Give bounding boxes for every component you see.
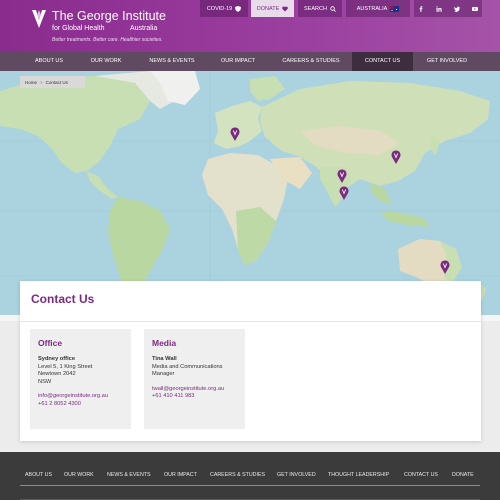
footer-link-contact-us[interactable]: CONTACT US: [404, 472, 438, 482]
brand-tagline: Better treatments. Better care. Healthie…: [52, 37, 163, 43]
social-links: [414, 0, 482, 17]
main-nav: ABOUT US OUR WORK NEWS & EVENTS OUR IMPA…: [0, 52, 500, 71]
footer-link-our-impact[interactable]: OUR IMPACT: [164, 472, 197, 482]
footer-link-news-events[interactable]: NEWS & EVENTS: [107, 472, 151, 482]
media-contact-name: Tina Wall: [152, 356, 177, 362]
search-button[interactable]: SEARCH: [298, 0, 342, 17]
office-heading: Office: [38, 338, 63, 348]
office-address-line3: NSW: [38, 378, 52, 385]
map-pin-icon[interactable]: [230, 127, 240, 141]
footer-link-our-work[interactable]: OUR WORK: [64, 472, 94, 482]
nav-item-our-work[interactable]: OUR WORK: [85, 52, 127, 71]
office-address-line2: Newtown 2042: [38, 371, 76, 378]
nav-item-careers-studies[interactable]: CAREERS & STUDIES: [277, 52, 345, 71]
nav-item-contact-us[interactable]: CONTACT US: [352, 52, 413, 71]
nav-item-about-us[interactable]: ABOUT US: [28, 52, 70, 71]
site-footer: ABOUT US OUR WORK NEWS & EVENTS OUR IMPA…: [0, 452, 500, 500]
map-pin-icon[interactable]: [337, 169, 347, 183]
linkedin-icon[interactable]: [436, 5, 442, 12]
facebook-icon[interactable]: [418, 5, 424, 12]
country-selector[interactable]: AUSTRALIA: [346, 0, 410, 17]
breadcrumb-separator: >: [40, 79, 43, 85]
breadcrumb-current: Contact Us: [45, 79, 68, 85]
map-pin-icon[interactable]: [391, 150, 401, 164]
site-header: The George Institute for Global Health A…: [0, 0, 500, 52]
media-contact-role: Media and Communications: [152, 363, 223, 370]
contact-card: Contact Us Office Sydney office Level 5,…: [20, 281, 481, 441]
covid-label: COVID-19: [206, 5, 233, 12]
donate-label: DONATE: [256, 5, 280, 12]
logo-icon[interactable]: [30, 8, 48, 30]
brand-country: Australia: [130, 25, 158, 32]
media-contact-role-cont: Manager: [152, 371, 175, 378]
page-title: Contact Us: [31, 292, 95, 306]
office-phone-link[interactable]: +61 2 8052 4300: [38, 401, 123, 409]
covid-button[interactable]: COVID-19: [200, 0, 248, 17]
breadcrumb: Home > Contact Us: [20, 76, 85, 88]
youtube-icon[interactable]: [471, 6, 478, 12]
brand-title[interactable]: The George Institute: [52, 9, 166, 23]
footer-link-donate[interactable]: DONATE: [452, 472, 474, 482]
donate-button[interactable]: DONATE: [251, 0, 294, 17]
footer-link-thought-leadership[interactable]: THOUGHT LEADERSHIP: [328, 472, 389, 482]
nav-item-news-events[interactable]: NEWS & EVENTS: [144, 52, 200, 71]
office-box: Office Sydney office Level 5, 1 King Str…: [30, 329, 131, 429]
country-label: AUSTRALIA: [356, 5, 388, 12]
nav-item-our-impact[interactable]: OUR IMPACT: [216, 52, 260, 71]
media-phone-link[interactable]: +61 410 411 983: [152, 393, 237, 401]
media-email-link[interactable]: twall@georgeinstitute.org.au: [152, 386, 237, 394]
twitter-icon[interactable]: [453, 6, 460, 12]
media-box: Media Tina Wall Media and Communications…: [144, 329, 245, 429]
shield-icon: [235, 5, 242, 12]
office-name: Sydney office: [38, 356, 75, 362]
map-pin-icon[interactable]: [339, 186, 349, 200]
search-icon: [330, 5, 336, 12]
footer-link-careers-studies[interactable]: CAREERS & STUDIES: [210, 472, 265, 482]
flag-icon: [390, 5, 400, 12]
search-label: SEARCH: [304, 5, 327, 12]
heart-icon: [282, 6, 289, 11]
footer-divider: [20, 485, 480, 486]
map-pin-icon[interactable]: [440, 260, 450, 274]
office-email-link[interactable]: info@georgeinstitute.org.au: [38, 393, 123, 401]
divider: [20, 321, 481, 322]
office-address-line1: Level 5, 1 King Street: [38, 363, 93, 370]
footer-link-about-us[interactable]: ABOUT US: [25, 472, 52, 482]
nav-item-get-involved[interactable]: GET INVOLVED: [420, 52, 474, 71]
media-heading: Media: [152, 338, 177, 348]
brand-subtitle: for Global Health: [52, 25, 105, 32]
breadcrumb-home[interactable]: Home: [25, 80, 37, 85]
footer-link-get-involved[interactable]: GET INVOLVED: [277, 472, 316, 482]
